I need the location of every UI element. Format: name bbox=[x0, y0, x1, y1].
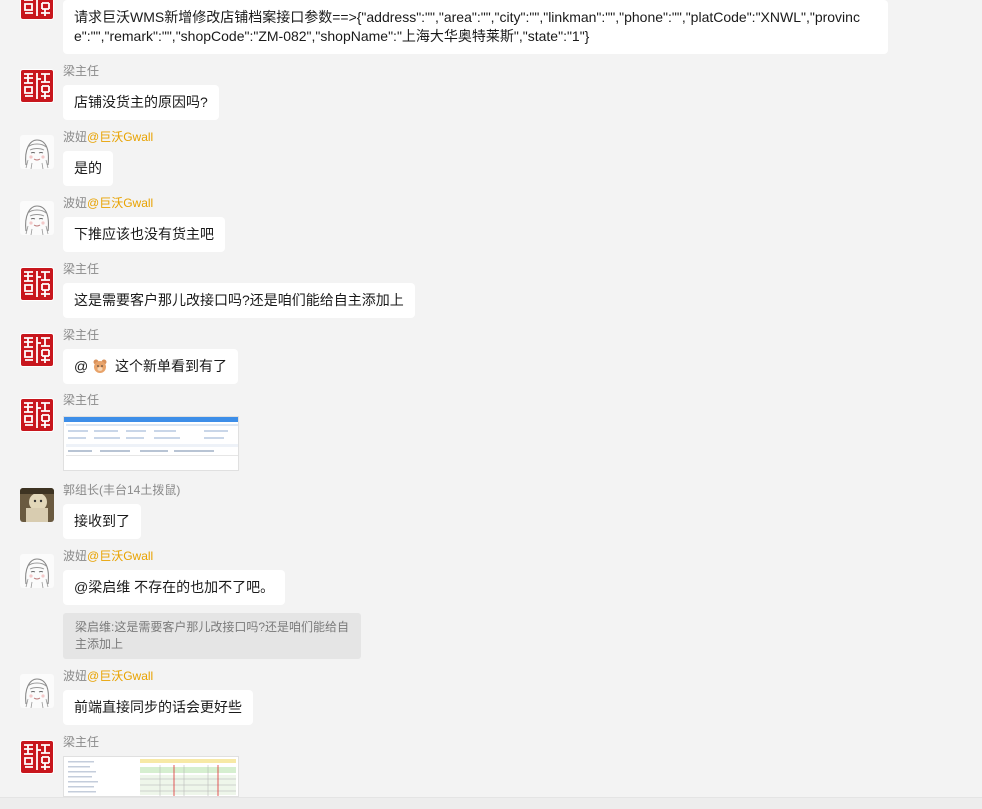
sender-name: 郭组长(丰台14土拨鼠) bbox=[63, 483, 181, 497]
avatar[interactable] bbox=[20, 674, 54, 708]
sender-tag: @巨沃Gwall bbox=[87, 130, 154, 144]
chat-bottom-edge bbox=[0, 797, 982, 809]
avatar[interactable] bbox=[20, 398, 54, 432]
message-bubble[interactable]: 请求巨沃WMS新增修改店铺档案接口参数==>{"address":"","are… bbox=[63, 0, 888, 54]
sender-name: 梁主任 bbox=[63, 393, 100, 407]
mention-symbol: @ bbox=[74, 358, 89, 374]
sender-tag: @巨沃Gwall bbox=[87, 669, 154, 683]
sender-tag: @巨沃Gwall bbox=[87, 196, 154, 210]
message-text: 这个新单看到有了 bbox=[115, 358, 227, 374]
screenshot-image[interactable] bbox=[63, 416, 239, 471]
message-bubble[interactable]: @ 这个新单看到有了 bbox=[63, 349, 238, 384]
message-bubble[interactable]: 店铺没货主的原因吗? bbox=[63, 85, 219, 120]
avatar[interactable] bbox=[20, 201, 54, 235]
message-bubble[interactable]: 接收到了 bbox=[63, 504, 141, 539]
bear-emoji-icon bbox=[93, 359, 107, 373]
sender-name-text: 波妞 bbox=[63, 549, 88, 563]
message-bubble[interactable]: 这是需要客户那儿改接口吗?还是咱们能给自主添加上 bbox=[63, 283, 415, 318]
sender-name-text: 波妞 bbox=[63, 196, 88, 210]
sender-name: 波妞@巨沃Gwall bbox=[63, 195, 153, 211]
sender-name: 梁主任 bbox=[63, 262, 100, 276]
message-bubble[interactable]: 前端直接同步的话会更好些 bbox=[63, 690, 253, 725]
avatar[interactable] bbox=[20, 333, 54, 367]
sender-name-text: 波妞 bbox=[63, 130, 88, 144]
avatar[interactable] bbox=[20, 267, 54, 301]
sender-tag: @巨沃Gwall bbox=[87, 549, 154, 563]
avatar[interactable] bbox=[20, 488, 54, 522]
sender-name: 梁主任 bbox=[63, 735, 100, 749]
message-bubble[interactable]: 是的 bbox=[63, 151, 113, 186]
avatar[interactable] bbox=[20, 0, 54, 20]
sender-name-text: 波妞 bbox=[63, 669, 88, 683]
message-bubble[interactable]: @梁启维 不存在的也加不了吧。 bbox=[63, 570, 286, 605]
quoted-message[interactable]: 梁启维:这是需要客户那儿改接口吗?还是咱们能给自主添加上 bbox=[63, 613, 361, 659]
sender-name: 梁主任 bbox=[63, 64, 100, 78]
avatar[interactable] bbox=[20, 69, 54, 103]
sender-name: 波妞@巨沃Gwall bbox=[63, 548, 153, 564]
sender-name: 梁主任 bbox=[63, 328, 100, 342]
sender-name: 波妞@巨沃Gwall bbox=[63, 129, 153, 145]
avatar[interactable] bbox=[20, 554, 54, 588]
sender-name: 波妞@巨沃Gwall bbox=[63, 668, 153, 684]
message-bubble[interactable]: 下推应该也没有货主吧 bbox=[63, 217, 225, 252]
avatar[interactable] bbox=[20, 740, 54, 774]
screenshot-image[interactable] bbox=[63, 756, 239, 797]
avatar[interactable] bbox=[20, 135, 54, 169]
